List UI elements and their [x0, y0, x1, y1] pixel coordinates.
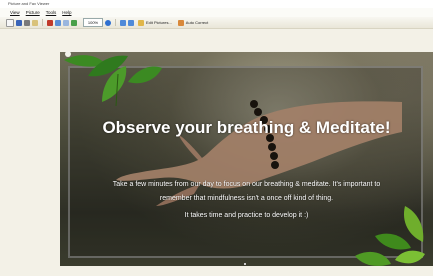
- email-icon[interactable]: [32, 19, 38, 26]
- menu-tools[interactable]: Tools: [46, 10, 57, 15]
- menu-bar: View Picture Tools Help: [0, 8, 433, 17]
- save-icon[interactable]: [16, 19, 22, 26]
- menu-help[interactable]: Help: [62, 10, 71, 15]
- slide-title: Observe your breathing & Meditate!: [102, 118, 391, 137]
- leaves-top-left-image: [64, 51, 162, 107]
- auto-correct-icon: [177, 19, 184, 26]
- status-indicator: [244, 263, 246, 265]
- window-title: Picture and Fax Viewer: [8, 1, 50, 6]
- edit-pictures-icon: [138, 19, 144, 26]
- edit-pictures-button[interactable]: Edit Pictures...: [136, 19, 174, 27]
- edit-pictures-label: Edit Pictures...: [146, 20, 172, 25]
- auto-correct-label: Auto Correct: [185, 20, 209, 25]
- zoom-in-icon[interactable]: [71, 19, 77, 26]
- toolbar-separator: [42, 19, 43, 26]
- new-icon[interactable]: [6, 18, 14, 27]
- rotate-right-icon[interactable]: [128, 19, 134, 26]
- zoom-select[interactable]: 100%: [83, 18, 103, 27]
- toolbar: 100% Edit Pictures... Auto Correct: [0, 17, 433, 29]
- app-window: Picture and Fax Viewer View Picture Tool…: [0, 0, 433, 276]
- print-icon[interactable]: [24, 19, 30, 26]
- help-icon[interactable]: [105, 19, 111, 26]
- delete-icon[interactable]: [47, 19, 53, 26]
- auto-correct-button[interactable]: Auto Correct: [176, 19, 210, 27]
- title-bar: Picture and Fax Viewer: [0, 0, 433, 8]
- undo-icon[interactable]: [55, 19, 61, 26]
- leaves-bottom-right-image: [355, 206, 425, 266]
- rotate-left-icon[interactable]: [120, 19, 126, 26]
- menu-view[interactable]: View: [10, 10, 20, 15]
- menu-picture[interactable]: Picture: [26, 10, 40, 15]
- redo-icon[interactable]: [63, 19, 69, 26]
- toolbar-separator: [115, 19, 116, 26]
